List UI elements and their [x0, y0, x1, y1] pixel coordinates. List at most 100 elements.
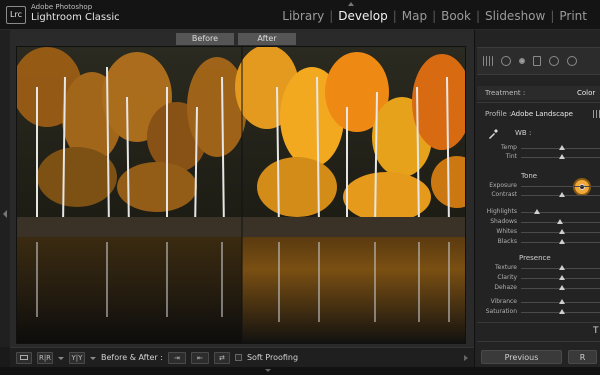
- vibrance-slider[interactable]: Vibrance: [477, 298, 600, 307]
- texture-label: Texture: [495, 264, 517, 271]
- clarity-slider[interactable]: Clarity: [477, 274, 600, 283]
- ba-mode-1-dropdown-icon[interactable]: [58, 357, 64, 360]
- swap-icon: ⇄: [219, 353, 225, 362]
- vibrance-thumb[interactable]: [559, 299, 565, 304]
- module-picker: Library | Develop | Map | Book | Slidesh…: [277, 9, 592, 23]
- texture-slider[interactable]: Texture: [477, 264, 600, 273]
- reset-button[interactable]: R: [568, 350, 597, 364]
- contrast-slider[interactable]: Contrast: [477, 191, 600, 200]
- clarity-thumb[interactable]: [559, 275, 565, 280]
- profile-row: Profile : Adobe Landscape: [477, 107, 600, 121]
- highlights-track[interactable]: [521, 212, 600, 213]
- highlights-slider[interactable]: Highlights: [477, 208, 600, 217]
- adjustment-brush-icon[interactable]: [567, 56, 577, 66]
- brand-big: Lightroom Classic: [31, 12, 120, 23]
- texture-thumb[interactable]: [559, 265, 565, 270]
- wb-label: WB :: [515, 129, 532, 137]
- panel-divider: [477, 102, 600, 103]
- ba-mode-split-button[interactable]: Y|Y: [69, 351, 85, 364]
- clarity-label: Clarity: [497, 274, 517, 281]
- treatment-row: Treatment : Color: [477, 86, 600, 100]
- module-book[interactable]: Book: [436, 9, 476, 23]
- tool-strip: [477, 47, 600, 75]
- copy-after-to-before-button[interactable]: ⇤: [190, 351, 209, 364]
- swap-before-after-button[interactable]: ⇄: [213, 351, 230, 364]
- loupe-icon: [20, 355, 28, 360]
- contrast-label: Contrast: [491, 191, 517, 198]
- vibrance-label: Vibrance: [490, 298, 517, 305]
- left-panel-collapsed: [0, 30, 10, 347]
- aspen-lake-photo: [17, 47, 465, 343]
- module-develop[interactable]: Develop: [333, 9, 392, 23]
- toolbar-content-dropdown-icon[interactable]: [464, 354, 468, 361]
- tone-label: Tone: [521, 172, 538, 180]
- profile-browser-icon[interactable]: [593, 110, 600, 118]
- copy-before-to-after-button[interactable]: ⇥: [167, 351, 186, 364]
- soft-proofing-checkbox[interactable]: [234, 354, 242, 361]
- shadows-thumb[interactable]: [557, 219, 564, 224]
- temp-label: Temp: [501, 144, 517, 151]
- radial-filter-icon[interactable]: [549, 56, 559, 66]
- ba-mode-2-label: Y|Y: [71, 353, 83, 362]
- highlights-label: Highlights: [486, 208, 517, 215]
- dehaze-label: Dehaze: [494, 284, 517, 291]
- filmstrip-collapsed: [0, 367, 600, 375]
- white-balance-picker-icon[interactable]: [487, 128, 499, 140]
- image-toolbar: R|R Y|Y Before & After : ⇥ ⇤ ⇄ Soft Proo…: [10, 347, 474, 367]
- saturation-slider[interactable]: Saturation: [477, 308, 600, 317]
- profile-select[interactable]: Adobe Landscape: [511, 110, 573, 118]
- top-bar: Lrc Adobe Photoshop Lightroom Classic Li…: [0, 0, 600, 30]
- module-print[interactable]: Print: [554, 9, 592, 23]
- tone-curve-panel-header[interactable]: T: [593, 326, 599, 336]
- before-after-label: Before & After :: [101, 353, 163, 362]
- panel-footer: Previous R: [477, 347, 600, 367]
- module-slideshow[interactable]: Slideshow: [480, 9, 550, 23]
- tint-slider[interactable]: Tint: [477, 153, 600, 162]
- exposure-slider[interactable]: Exposure: [477, 182, 600, 191]
- dehaze-thumb[interactable]: [559, 285, 565, 290]
- ba-mode-side-by-side-button[interactable]: R|R: [37, 351, 53, 364]
- module-map[interactable]: Map: [397, 9, 432, 23]
- collapse-top-icon[interactable]: [348, 2, 354, 8]
- temp-slider[interactable]: Temp: [477, 144, 600, 153]
- shadows-slider[interactable]: Shadows: [477, 218, 600, 227]
- exposure-track[interactable]: [521, 186, 600, 187]
- expand-filmstrip-icon[interactable]: [265, 369, 271, 372]
- expand-left-panel-icon[interactable]: [3, 210, 7, 218]
- panel-divider: [477, 341, 600, 342]
- tint-label: Tint: [505, 153, 517, 160]
- copy-arrows-left-icon: ⇤: [197, 353, 203, 362]
- photo-canvas[interactable]: [16, 46, 466, 344]
- soft-proofing-label: Soft Proofing: [246, 353, 299, 362]
- loupe-view-button[interactable]: [16, 351, 32, 364]
- app-brand: Adobe Photoshop Lightroom Classic: [31, 4, 120, 23]
- highlights-thumb[interactable]: [534, 209, 541, 214]
- image-view: Before After: [10, 30, 474, 347]
- develop-right-panel: Treatment : Color Profile : Adobe Landsc…: [474, 30, 600, 367]
- whites-slider[interactable]: Whites: [477, 228, 600, 237]
- ba-mode-2-dropdown-icon[interactable]: [90, 357, 96, 360]
- whites-thumb[interactable]: [559, 229, 565, 234]
- whites-label: Whites: [496, 228, 517, 235]
- contrast-thumb[interactable]: [559, 192, 565, 197]
- histogram-grid-icon[interactable]: [483, 56, 493, 66]
- saturation-label: Saturation: [485, 308, 517, 315]
- spot-removal-icon[interactable]: [519, 58, 525, 64]
- tint-thumb[interactable]: [559, 154, 565, 159]
- treatment-color-option[interactable]: Color: [577, 89, 595, 97]
- temp-thumb[interactable]: [559, 145, 565, 150]
- panel-divider: [477, 322, 600, 323]
- lightroom-logo: Lrc: [6, 6, 26, 24]
- profile-label: Profile :: [485, 110, 512, 118]
- exposure-label: Exposure: [489, 182, 517, 189]
- blacks-thumb[interactable]: [559, 239, 565, 244]
- graduated-filter-icon[interactable]: [533, 56, 541, 66]
- blacks-label: Blacks: [497, 238, 517, 245]
- module-library[interactable]: Library: [277, 9, 329, 23]
- ba-mode-1-label: R|R: [38, 353, 52, 362]
- saturation-thumb[interactable]: [559, 309, 565, 314]
- blacks-slider[interactable]: Blacks: [477, 238, 600, 247]
- dehaze-slider[interactable]: Dehaze: [477, 284, 600, 293]
- previous-button[interactable]: Previous: [481, 350, 563, 364]
- crop-overlay-icon[interactable]: [501, 56, 511, 66]
